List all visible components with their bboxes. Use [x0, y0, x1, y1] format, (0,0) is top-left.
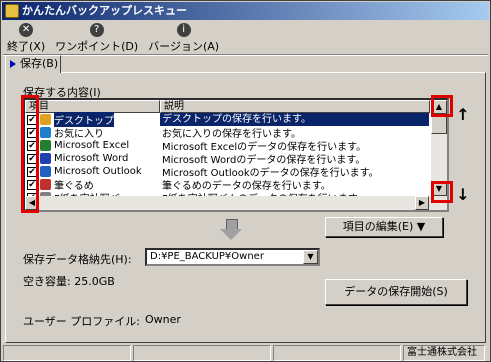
item-label: お気に入り	[54, 129, 104, 140]
annotation-box-scroll-down	[431, 181, 453, 203]
profile-value: Owner	[145, 313, 181, 326]
column-header-description[interactable]: 説明	[160, 100, 430, 113]
status-pane-3	[273, 345, 401, 361]
toolbar: ✕ 終了(X) ? ワンポイント(D) i バージョン(A)	[7, 23, 229, 53]
item-icon	[40, 114, 51, 125]
annotation-box-scroll-up	[431, 95, 453, 117]
item-cell: ✔ お気に入り	[25, 125, 160, 140]
edit-items-button[interactable]: 項目の編集(E) ▼	[325, 217, 443, 237]
status-bar: 富士通株式会社	[3, 345, 488, 361]
item-icon	[40, 179, 51, 190]
status-company: 富士通株式会社	[403, 345, 485, 361]
item-label: Microsoft Word	[54, 153, 129, 164]
item-icon	[40, 153, 51, 164]
close-icon: ✕	[19, 23, 34, 37]
item-label: Microsoft Outlook	[54, 166, 142, 177]
chevron-down-icon[interactable]: ▼	[303, 250, 318, 264]
profile-label: ユーザー プロファイル:	[23, 315, 140, 328]
item-label: Microsoft Excel	[54, 140, 130, 151]
item-icon	[40, 127, 51, 138]
app-icon	[5, 4, 19, 18]
item-icon	[40, 166, 51, 177]
onepoint-label: ワンポイント(D)	[55, 40, 139, 53]
app-window: かんたんバックアップレスキュー ✕ 終了(X) ? ワンポイント(D) i バー…	[0, 0, 491, 362]
exit-button[interactable]: ✕ 終了(X)	[7, 23, 45, 53]
tab-save[interactable]: 保存(B)	[5, 55, 61, 73]
version-label: バージョン(A)	[148, 40, 220, 53]
item-cell: ✔ Microsoft Outlook	[25, 166, 160, 177]
destination-combo[interactable]: D:¥PE_BACKUP¥Owner ▼	[145, 248, 320, 266]
status-pane-1	[3, 345, 131, 361]
item-icon	[40, 140, 51, 151]
version-button[interactable]: i バージョン(A)	[148, 23, 219, 53]
item-cell: ✔ Microsoft Excel	[25, 140, 160, 151]
toolbar-separator	[3, 54, 488, 56]
annotation-box-checkboxes	[21, 95, 39, 213]
title-bar: かんたんバックアップレスキュー	[2, 2, 489, 20]
exit-label: 終了(X)	[7, 40, 46, 53]
item-cell: ✔ Microsoft Word	[25, 153, 160, 164]
status-pane-2	[133, 345, 271, 361]
move-up-arrow-icon[interactable]: ↑	[456, 105, 470, 124]
move-down-arrow-icon[interactable]: ↓	[456, 185, 470, 204]
destination-value: D:¥PE_BACKUP¥Owner	[150, 251, 264, 262]
scroll-thumb[interactable]	[431, 114, 447, 134]
onepoint-button[interactable]: ? ワンポイント(D)	[55, 23, 138, 53]
flow-down-arrow-icon	[219, 219, 243, 241]
horizontal-scrollbar[interactable]: ◀ ▶	[25, 196, 431, 210]
window-title: かんたんバックアップレスキュー	[22, 4, 187, 17]
content-listview[interactable]: 項目 説明 ✔ デスクトップ デスクトップの保存を行います。 ✔ お気に入り お気に入りの…	[23, 98, 449, 212]
start-save-button[interactable]: データの保存開始(S)	[325, 279, 467, 305]
help-icon: ?	[89, 23, 104, 37]
scroll-right-button[interactable]: ▶	[415, 196, 429, 210]
free-space-label: 空き容量: 25.0GB	[23, 275, 115, 288]
destination-label: 保存データ格納先(H):	[23, 253, 132, 266]
info-icon: i	[176, 23, 191, 37]
